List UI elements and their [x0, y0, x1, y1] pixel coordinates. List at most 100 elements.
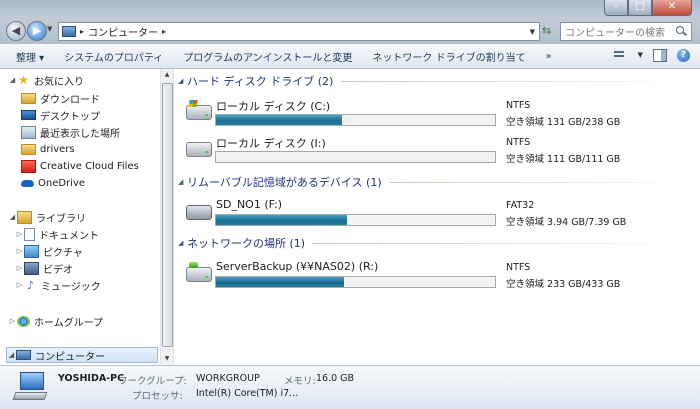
nav-item-documents[interactable]: ▷ ドキュメント: [15, 226, 99, 242]
collapse-arrow-icon[interactable]: ▷: [15, 230, 24, 238]
expand-arrow-icon[interactable]: ◢: [8, 76, 17, 84]
group-collapse-icon[interactable]: ◢: [178, 178, 187, 186]
collapse-arrow-icon[interactable]: ▷: [15, 264, 24, 272]
file-system: NTFS: [506, 100, 531, 111]
workgroup-value: WORKGROUP: [196, 373, 260, 384]
keyboard-shape: [12, 392, 48, 400]
group-title: リムーバブル記憶域があるデバイス (1): [187, 176, 382, 189]
downloads-folder-icon: [21, 92, 36, 104]
search-input[interactable]: コンピューターの検索: [565, 24, 676, 39]
nav-libraries[interactable]: ◢ ライブラリ: [8, 209, 86, 225]
scroll-down-icon[interactable]: ▼: [161, 353, 173, 365]
help-icon[interactable]: ?: [677, 48, 690, 62]
collapse-arrow-icon[interactable]: ▷: [15, 281, 24, 289]
free-space: 空き領域 111 GB/111 GB: [506, 154, 621, 165]
expand-arrow-icon[interactable]: ◢: [7, 351, 16, 359]
network-drive-icon: [186, 262, 212, 282]
memory-value: 16.0 GB: [316, 373, 355, 384]
uninstall-programs-button[interactable]: プログラムのアンインストールと変更: [173, 49, 362, 64]
nav-item-creative-cloud[interactable]: Creative Cloud Files: [21, 158, 139, 174]
back-button[interactable]: ◀: [6, 21, 26, 41]
hdd-icon: [186, 142, 212, 157]
collapse-arrow-icon[interactable]: ▷: [15, 247, 24, 255]
scrollbar-thumb[interactable]: [162, 83, 173, 347]
nav-homegroup[interactable]: ▷ ホームグループ: [8, 313, 103, 329]
search-box[interactable]: コンピューターの検索: [560, 22, 692, 41]
drive-item-i[interactable]: ローカル ディスク (I:) NTFS 空き領域 111 GB/111 GB: [182, 131, 694, 167]
group-header-removable[interactable]: ◢ リムーバブル記憶域があるデバイス (1): [178, 175, 694, 189]
desktop-icon: [21, 110, 36, 120]
drive-item-f[interactable]: SD_NO1 (F:) FAT32 空き領域 3.94 GB/7.39 GB: [182, 194, 694, 230]
group-header-hard-disks[interactable]: ◢ ハード ディスク ドライブ (2): [178, 74, 694, 88]
drive-list: ◢ ハード ディスク ドライブ (2) ローカル ディスク (C:) NTFS …: [174, 69, 700, 365]
free-space: 空き領域 131 GB/238 GB: [506, 117, 621, 128]
star-icon: ★: [18, 72, 29, 87]
system-properties-button[interactable]: システムのプロパティ: [54, 49, 173, 64]
group-header-network[interactable]: ◢ ネットワークの場所 (1): [178, 236, 694, 250]
nav-item-drivers[interactable]: drivers: [21, 141, 75, 157]
nav-label: Creative Cloud Files: [40, 160, 139, 172]
nav-item-desktop[interactable]: デスクトップ: [21, 107, 100, 123]
nav-item-pictures[interactable]: ▷ ピクチャ: [15, 243, 83, 259]
pictures-icon: [24, 244, 39, 258]
file-system: NTFS: [506, 262, 531, 273]
address-bar[interactable]: ▸ コンピューター ▸ ▼: [58, 22, 540, 41]
group-divider: [313, 242, 694, 244]
pc-name: YOSHIDA-PC: [58, 373, 125, 384]
change-view-icon[interactable]: [612, 48, 628, 62]
drive-item-r[interactable]: ServerBackup (¥¥NAS02) (R:) NTFS 空き領域 23…: [182, 256, 694, 292]
address-dropdown-icon[interactable]: ▼: [530, 28, 535, 36]
minimize-button[interactable]: –: [604, 0, 628, 16]
title-bar: – □ ✕ ◀ ▶ ▼ ▸ コンピューター ▸ ▼ ⇆ コンピューターの検索: [0, 0, 700, 44]
drive-item-c[interactable]: ローカル ディスク (C:) NTFS 空き領域 131 GB/238 GB: [182, 94, 694, 130]
breadcrumb-chevron-icon[interactable]: ▸: [80, 27, 84, 36]
nav-label: ドキュメント: [39, 230, 99, 242]
nav-item-downloads[interactable]: ダウンロード: [21, 90, 100, 106]
view-controls: ▼ ?: [612, 48, 690, 62]
processor-label: プロセッサ:: [132, 391, 183, 402]
expand-arrow-icon[interactable]: ◢: [8, 213, 17, 221]
breadcrumb-computer[interactable]: コンピューター: [88, 24, 158, 39]
explorer-window: – □ ✕ ◀ ▶ ▼ ▸ コンピューター ▸ ▼ ⇆ コンピューターの検索 整…: [0, 0, 700, 409]
nav-label: デスクトップ: [40, 111, 100, 123]
preview-pane-icon[interactable]: [653, 48, 667, 62]
file-system: NTFS: [506, 137, 531, 148]
collapse-arrow-icon[interactable]: ▷: [8, 317, 17, 325]
details-pane: YOSHIDA-PC ワークグループ: WORKGROUP メモリ: 16.0 …: [0, 365, 700, 409]
maximize-button[interactable]: □: [628, 0, 652, 16]
group-collapse-icon[interactable]: ◢: [178, 239, 187, 247]
nav-item-videos[interactable]: ▷ ビデオ: [15, 260, 73, 276]
capacity-bar: [215, 276, 496, 288]
capacity-bar: [215, 214, 496, 226]
breadcrumb-chevron-icon[interactable]: ▸: [162, 27, 166, 36]
more-commands-button[interactable]: »: [536, 51, 562, 62]
nav-favorites[interactable]: ◢ ★ お気に入り: [8, 72, 84, 88]
group-divider: [389, 181, 694, 183]
close-button[interactable]: ✕: [652, 0, 692, 16]
recent-pages-chevron-icon[interactable]: ▼: [47, 25, 52, 33]
scroll-up-icon[interactable]: ▲: [161, 69, 173, 81]
organize-button[interactable]: 整理 ▾: [0, 49, 54, 64]
recent-places-icon: [21, 125, 36, 139]
monitor-shape: [20, 372, 44, 390]
drive-name: SD_NO1 (F:): [216, 198, 283, 211]
nav-item-recent-places[interactable]: 最近表示した場所: [21, 124, 120, 140]
nav-pane-scrollbar[interactable]: ▲ ▼: [160, 69, 174, 365]
nav-item-onedrive[interactable]: OneDrive: [21, 175, 85, 191]
nav-item-music[interactable]: ▷ ♪ ミュージック: [15, 277, 101, 293]
nav-computer[interactable]: ◢ コンピューター: [6, 347, 158, 363]
map-network-drive-button[interactable]: ネットワーク ドライブの割り当て: [362, 49, 535, 64]
system-hdd-icon: [186, 105, 212, 120]
refresh-icon[interactable]: ⇆: [542, 24, 551, 37]
group-divider: [341, 80, 694, 82]
command-bar: 整理 ▾ システムのプロパティ プログラムのアンインストールと変更 ネットワーク…: [0, 44, 700, 69]
capacity-bar: [215, 151, 496, 163]
search-icon[interactable]: [676, 26, 687, 37]
drive-name: ローカル ディスク (I:): [216, 137, 326, 150]
memory-label: メモリ:: [284, 376, 316, 387]
group-title: ネットワークの場所 (1): [187, 237, 306, 250]
group-collapse-icon[interactable]: ◢: [178, 77, 187, 85]
view-dropdown-icon[interactable]: ▼: [638, 51, 643, 59]
forward-button[interactable]: ▶: [27, 21, 47, 41]
nav-label: お気に入り: [34, 76, 84, 88]
